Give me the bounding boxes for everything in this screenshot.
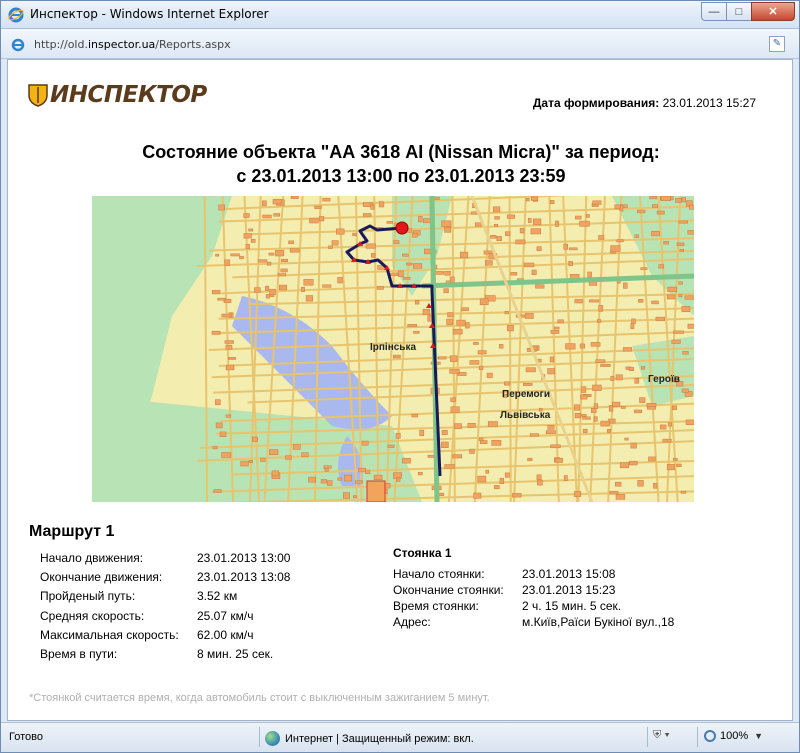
- zoom-level: 100%: [720, 730, 749, 742]
- parking-key: Начало стоянки:: [393, 567, 485, 581]
- route-key: Время в пути:: [40, 646, 118, 661]
- status-separator: [647, 727, 648, 747]
- dropdown-arrow-icon: ▾: [664, 729, 670, 741]
- page-content: ИНСПЕКТОР Дата формирования: 23.01.2013 …: [7, 59, 793, 721]
- route-details: Начало движения: 23.01.2013 13:00 Окончани…: [40, 551, 290, 666]
- route-key: Максимальная скорость:: [40, 627, 179, 642]
- zoom-dropdown-icon: ▼: [754, 731, 764, 741]
- compatibility-view-icon[interactable]: ✎: [769, 36, 785, 52]
- zoom-icon: [704, 730, 716, 742]
- route-value: 23.01.2013 13:00: [197, 551, 291, 565]
- title-bar[interactable]: Инспектор - Windows Internet Explorer — …: [1, 1, 799, 29]
- globe-icon: [265, 731, 280, 746]
- parking-row: Окончание стоянки: 23.01.2013 15:23: [393, 583, 674, 599]
- route-value: 8 мин. 25 сек.: [197, 646, 274, 661]
- logo-text: ИНСПЕКТОР: [50, 82, 207, 108]
- generation-date-label: Дата формирования:: [532, 96, 660, 110]
- parking-value: 23.01.2013 15:08: [522, 567, 616, 581]
- url-domain: inspector.ua: [87, 38, 156, 51]
- route-map[interactable]: Ірпінська Героїв Перемоги Львівська: [92, 196, 694, 502]
- security-zone[interactable]: Интернет | Защищенный режим: вкл.: [265, 731, 474, 746]
- map-label-peremohy: Перемоги: [502, 389, 550, 400]
- route-row: Пройденый путь: 3.52 км: [40, 589, 290, 608]
- status-separator: [697, 727, 698, 747]
- maximize-button[interactable]: □: [726, 2, 752, 21]
- url-path: /Reports.aspx: [155, 38, 231, 51]
- parking-key: Окончание стоянки:: [393, 583, 504, 597]
- map-label-lvivska: Львівська: [500, 410, 551, 421]
- parking-value: 2 ч. 15 мин. 5 сек.: [522, 599, 622, 613]
- route-row: Окончание движения: 23.01.2013 13:08: [40, 570, 290, 589]
- route-key: Пройденый путь:: [40, 589, 136, 604]
- map-label-heroiv: Героїв: [648, 374, 680, 385]
- parking-title: Стоянка 1: [393, 546, 452, 560]
- maximize-icon: □: [735, 5, 743, 18]
- zoom-control[interactable]: 100% ▼: [704, 730, 763, 742]
- route-row: Максимальная скорость: 62.00 км/ч: [40, 628, 290, 647]
- route-value: 3.52 км: [197, 589, 238, 604]
- minimize-icon: —: [708, 5, 720, 18]
- parking-row: Начало стоянки: 23.01.2013 15:08: [393, 567, 674, 583]
- status-bar: Готово Интернет | Защищенный режим: вкл.…: [1, 722, 799, 752]
- parking-row: Время стоянки: 2 ч. 15 мин. 5 сек.: [393, 599, 674, 615]
- shield-icon: ⛨: [653, 729, 662, 741]
- inspector-logo: ИНСПЕКТОР: [28, 82, 207, 108]
- security-zone-text: Интернет | Защищенный режим: вкл.: [285, 732, 474, 745]
- generation-date: Дата формирования: 23.01.2013 15:27: [533, 96, 756, 110]
- shield-logo-icon: [28, 84, 48, 107]
- browser-window: Инспектор - Windows Internet Explorer — …: [0, 0, 800, 753]
- url-prefix: http://old.: [34, 38, 88, 51]
- route-row: Начало движения: 23.01.2013 13:00: [40, 551, 290, 570]
- parking-key: Время стоянки:: [393, 599, 479, 613]
- page-icon: [11, 38, 25, 52]
- route-key: Средняя скорость:: [40, 608, 145, 623]
- report-title-line2: с 23.01.2013 13:00 по 23.01.2013 23:59: [236, 166, 566, 186]
- parking-key: Адрес:: [393, 615, 431, 629]
- report-title: Состояние объекта "АА 3618 АІ (Nissan Mi…: [8, 140, 794, 188]
- window-controls: — □ ✕: [701, 2, 795, 22]
- parking-value: м.Київ,Раїси Букіної вул.,18: [522, 615, 675, 629]
- route-title: Маршрут 1: [29, 523, 115, 540]
- parking-row: Адрес: м.Київ,Раїси Букіної вул.,18: [393, 615, 674, 631]
- url-text[interactable]: http://old.inspector.ua/Reports.aspx: [34, 38, 231, 51]
- route-value: 23.01.2013 13:08: [197, 570, 291, 585]
- window-title: Инспектор - Windows Internet Explorer: [30, 7, 269, 21]
- protected-mode-button[interactable]: ⛨ ▾: [653, 729, 670, 742]
- parking-value: 23.01.2013 15:23: [522, 583, 616, 597]
- parking-footnote: *Стоянкой считается время, когда автомоб…: [29, 692, 490, 704]
- generation-date-value: 23.01.2013 15:27: [662, 96, 756, 110]
- route-value: 62.00 км/ч: [197, 627, 254, 642]
- status-separator: [259, 727, 260, 747]
- route-row: Средняя скорость: 25.07 км/ч: [40, 609, 290, 628]
- parking-details: Начало стоянки: 23.01.2013 15:08 Окончание…: [393, 567, 674, 631]
- map-label-irpinska: Ірпінська: [370, 342, 417, 353]
- address-bar[interactable]: http://old.inspector.ua/Reports.aspx ✎: [1, 29, 799, 59]
- status-text: Готово: [9, 731, 43, 743]
- close-button[interactable]: ✕: [751, 2, 795, 21]
- route-key: Окончание движения:: [40, 570, 163, 585]
- route-row: Время в пути: 8 мин. 25 сек.: [40, 647, 290, 666]
- route-key: Начало движения:: [40, 551, 144, 565]
- minimize-button[interactable]: —: [701, 2, 727, 21]
- route-value: 25.07 км/ч: [197, 608, 254, 623]
- internet-explorer-icon: [8, 7, 24, 23]
- report-title-line1: Состояние объекта "АА 3618 АІ (Nissan Mi…: [142, 142, 660, 162]
- close-icon: ✕: [768, 6, 778, 18]
